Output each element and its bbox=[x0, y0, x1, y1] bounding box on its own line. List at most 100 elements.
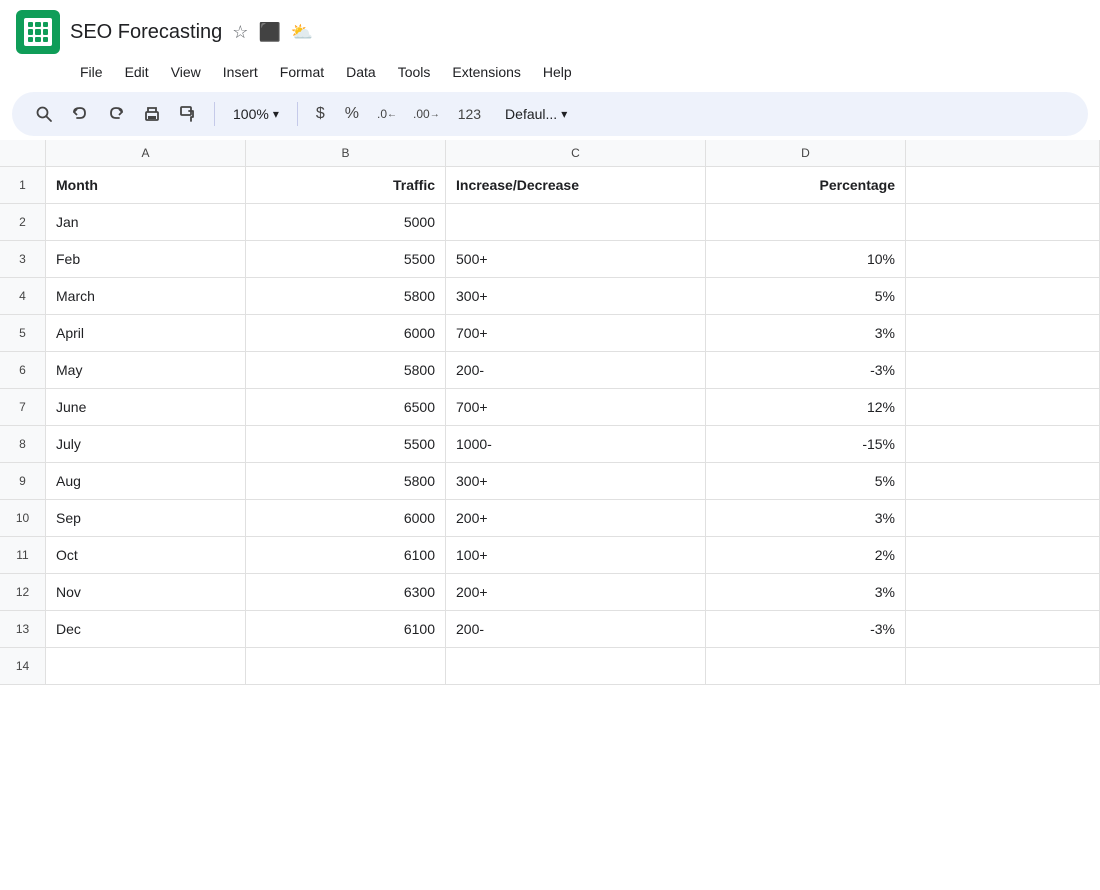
menu-edit[interactable]: Edit bbox=[115, 60, 159, 84]
table-row[interactable]: 10 Sep 6000 200+ 3% bbox=[0, 500, 1100, 537]
cell-traffic[interactable]: 6300 bbox=[246, 574, 446, 610]
redo-button[interactable] bbox=[100, 98, 132, 130]
cell-change[interactable]: 200+ bbox=[446, 500, 706, 536]
currency-button[interactable]: $ bbox=[308, 101, 333, 127]
menu-file[interactable]: File bbox=[70, 60, 113, 84]
cell-month[interactable]: Oct bbox=[46, 537, 246, 573]
table-row[interactable]: 4 March 5800 300+ 5% bbox=[0, 278, 1100, 315]
menu-format[interactable]: Format bbox=[270, 60, 334, 84]
cell-extra[interactable] bbox=[906, 278, 1100, 314]
cell-percentage[interactable]: -3% bbox=[706, 611, 906, 647]
cell-percentage[interactable]: 2% bbox=[706, 537, 906, 573]
cell-month[interactable]: Sep bbox=[46, 500, 246, 536]
cell-extra[interactable] bbox=[906, 352, 1100, 388]
cell-change[interactable]: 1000- bbox=[446, 426, 706, 462]
percent-button[interactable]: % bbox=[337, 101, 367, 127]
folder-icon[interactable]: ⬛ bbox=[258, 22, 280, 43]
cell-change[interactable]: 500+ bbox=[446, 241, 706, 277]
table-row[interactable]: 9 Aug 5800 300+ 5% bbox=[0, 463, 1100, 500]
cell-change[interactable]: 200- bbox=[446, 352, 706, 388]
cell-percentage[interactable]: 5% bbox=[706, 278, 906, 314]
cell-month[interactable]: Dec bbox=[46, 611, 246, 647]
cell-month[interactable]: July bbox=[46, 426, 246, 462]
cell-percentage[interactable]: 12% bbox=[706, 389, 906, 425]
cell-extra[interactable] bbox=[906, 389, 1100, 425]
cell-traffic[interactable] bbox=[246, 648, 446, 684]
cell-traffic[interactable]: 6000 bbox=[246, 500, 446, 536]
cell-change[interactable]: 200- bbox=[446, 611, 706, 647]
table-row[interactable]: 7 June 6500 700+ 12% bbox=[0, 389, 1100, 426]
paint-format-button[interactable] bbox=[172, 98, 204, 130]
cell-traffic[interactable]: 5800 bbox=[246, 278, 446, 314]
table-row[interactable]: 12 Nov 6300 200+ 3% bbox=[0, 574, 1100, 611]
cell-percentage[interactable]: 3% bbox=[706, 574, 906, 610]
cell-percentage[interactable]: 5% bbox=[706, 463, 906, 499]
cell-month[interactable]: June bbox=[46, 389, 246, 425]
cell-change[interactable]: 100+ bbox=[446, 537, 706, 573]
table-row[interactable]: 3 Feb 5500 500+ 10% bbox=[0, 241, 1100, 278]
cell-month[interactable]: March bbox=[46, 278, 246, 314]
cell-traffic[interactable]: 6500 bbox=[246, 389, 446, 425]
cell-month[interactable]: Feb bbox=[46, 241, 246, 277]
cell-percentage[interactable] bbox=[706, 648, 906, 684]
cell-change[interactable] bbox=[446, 648, 706, 684]
col-header-b[interactable]: B bbox=[246, 140, 446, 166]
table-row[interactable]: 14 bbox=[0, 648, 1100, 685]
doc-title[interactable]: SEO Forecasting bbox=[70, 21, 222, 44]
table-row[interactable]: 13 Dec 6100 200- -3% bbox=[0, 611, 1100, 648]
cell-month[interactable]: Aug bbox=[46, 463, 246, 499]
cell-extra[interactable] bbox=[906, 315, 1100, 351]
cell-traffic[interactable]: 5800 bbox=[246, 463, 446, 499]
col-header-c[interactable]: C bbox=[446, 140, 706, 166]
cell-traffic[interactable]: 5800 bbox=[246, 352, 446, 388]
col-header-e[interactable] bbox=[906, 140, 1100, 166]
cell-month[interactable] bbox=[46, 648, 246, 684]
table-row[interactable]: 6 May 5800 200- -3% bbox=[0, 352, 1100, 389]
cell-extra[interactable] bbox=[906, 426, 1100, 462]
col-header-d[interactable]: D bbox=[706, 140, 906, 166]
zoom-selector[interactable]: 100% ▾ bbox=[225, 102, 287, 126]
cell-extra[interactable] bbox=[906, 463, 1100, 499]
cell-month[interactable]: April bbox=[46, 315, 246, 351]
cell-percentage[interactable]: -3% bbox=[706, 352, 906, 388]
col-header-a[interactable]: A bbox=[46, 140, 246, 166]
cell-percentage[interactable]: 10% bbox=[706, 241, 906, 277]
table-row[interactable]: 8 July 5500 1000- -15% bbox=[0, 426, 1100, 463]
cell-percentage[interactable]: 3% bbox=[706, 500, 906, 536]
menu-extensions[interactable]: Extensions bbox=[442, 60, 530, 84]
cell-change[interactable]: 300+ bbox=[446, 278, 706, 314]
cell-traffic[interactable]: 5500 bbox=[246, 241, 446, 277]
cell-extra[interactable] bbox=[906, 648, 1100, 684]
undo-button[interactable] bbox=[64, 98, 96, 130]
font-selector[interactable]: Defaul... ▾ bbox=[497, 102, 575, 126]
cell-percentage[interactable]: 3% bbox=[706, 315, 906, 351]
menu-data[interactable]: Data bbox=[336, 60, 386, 84]
search-button[interactable] bbox=[28, 98, 60, 130]
menu-view[interactable]: View bbox=[161, 60, 211, 84]
cell-percentage[interactable] bbox=[706, 204, 906, 240]
cell-extra[interactable] bbox=[906, 500, 1100, 536]
cell-change[interactable]: Increase/Decrease bbox=[446, 167, 706, 203]
table-row[interactable]: 2 Jan 5000 bbox=[0, 204, 1100, 241]
cell-traffic[interactable]: 6100 bbox=[246, 611, 446, 647]
cell-traffic[interactable]: 5500 bbox=[246, 426, 446, 462]
cell-extra[interactable] bbox=[906, 241, 1100, 277]
decimal-less-button[interactable]: .0 ← bbox=[371, 98, 403, 130]
cell-traffic[interactable]: 6100 bbox=[246, 537, 446, 573]
cell-extra[interactable] bbox=[906, 611, 1100, 647]
number-format-button[interactable]: 123 bbox=[450, 98, 489, 130]
cell-change[interactable]: 700+ bbox=[446, 315, 706, 351]
cloud-icon[interactable]: ⛅ bbox=[291, 22, 313, 43]
cell-traffic[interactable]: 6000 bbox=[246, 315, 446, 351]
menu-help[interactable]: Help bbox=[533, 60, 582, 84]
cell-extra[interactable] bbox=[906, 167, 1100, 203]
menu-insert[interactable]: Insert bbox=[213, 60, 268, 84]
cell-extra[interactable] bbox=[906, 537, 1100, 573]
cell-extra[interactable] bbox=[906, 574, 1100, 610]
table-row[interactable]: 1 Month Traffic Increase/Decrease Percen… bbox=[0, 167, 1100, 204]
print-button[interactable] bbox=[136, 98, 168, 130]
cell-change[interactable]: 300+ bbox=[446, 463, 706, 499]
table-row[interactable]: 11 Oct 6100 100+ 2% bbox=[0, 537, 1100, 574]
cell-month[interactable]: May bbox=[46, 352, 246, 388]
cell-extra[interactable] bbox=[906, 204, 1100, 240]
